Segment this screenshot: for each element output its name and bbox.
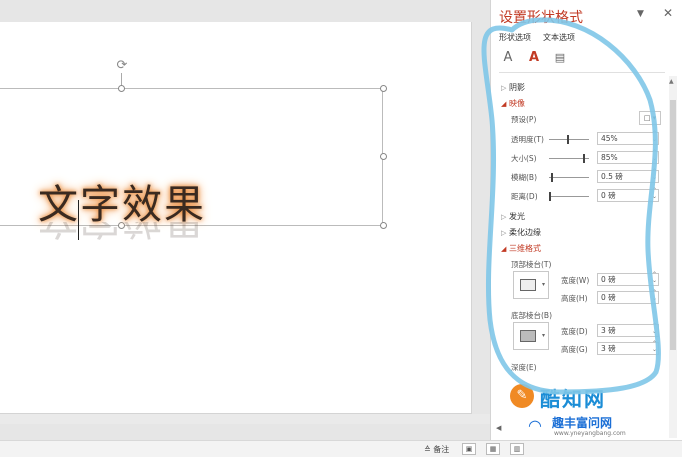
depth-label: 深度(E) xyxy=(511,363,537,372)
watermark-logo-icon: ✎ xyxy=(510,384,534,408)
scroll-left-icon[interactable]: ◀ xyxy=(496,424,501,432)
wordart-reflection: 文字效果 xyxy=(38,222,206,252)
collapse-icon: ◢ xyxy=(501,100,507,108)
chevron-down-icon: ▾ xyxy=(541,281,545,288)
watermark-url: www.yneyangbang.com xyxy=(554,430,626,437)
watermark-kuzhi: ✎ 酷知网 xyxy=(510,382,660,412)
size-input[interactable]: 85% xyxy=(597,150,659,164)
bottom-width-label: 宽度(D) xyxy=(561,327,588,336)
top-width-label: 宽度(W) xyxy=(561,276,590,285)
slider-thumb[interactable] xyxy=(551,173,553,182)
expand-icon: ▷ xyxy=(501,213,507,221)
top-height-label: 高度(H) xyxy=(561,294,588,303)
preset-dropdown[interactable]: □ ▾ xyxy=(639,111,661,125)
panel-scrollbar[interactable] xyxy=(669,76,677,438)
close-icon[interactable]: ✕ xyxy=(663,6,673,20)
resize-handle-top-right[interactable] xyxy=(380,85,387,92)
text-fill-outline-icon[interactable]: A xyxy=(499,48,517,68)
notes-button[interactable]: ≙ 备注 xyxy=(424,444,449,455)
watermark-secondary-text: 趣丰富问网 xyxy=(552,416,613,430)
panel-scrollbar-thumb[interactable] xyxy=(670,100,676,350)
bottom-bevel-dropdown[interactable]: ▾ xyxy=(513,322,549,350)
bottom-width-input[interactable]: 3 磅 xyxy=(597,323,659,337)
collapse-icon: ◢ xyxy=(501,245,507,253)
chevron-down-icon: ▾ xyxy=(541,332,545,339)
format-shape-panel: 设置形状格式 ▼ ✕ 形状选项 文本选项 A A ▤ ▷ 阴影 ◢ 映像 预设(P)… xyxy=(490,0,682,440)
rotate-handle-icon[interactable]: ⟳ xyxy=(115,59,129,73)
top-bevel-dropdown[interactable]: ▾ xyxy=(513,271,549,299)
expand-icon: ▷ xyxy=(501,84,507,92)
section-soft-edges[interactable]: ▷ 柔化边缘 xyxy=(501,227,541,238)
textbox-icon[interactable]: ▤ xyxy=(551,48,569,68)
wifi-icon: ◠ xyxy=(528,416,542,435)
size-label: 大小(S) xyxy=(511,154,537,163)
panel-divider xyxy=(499,72,665,73)
distance-slider[interactable] xyxy=(549,192,589,201)
transparency-slider[interactable] xyxy=(549,135,589,144)
slide-canvas-area: ⟳ 文字效果 文字效果 xyxy=(0,0,490,440)
top-height-input[interactable]: 0 磅 xyxy=(597,290,659,304)
blur-input[interactable]: 0.5 磅 xyxy=(597,169,659,183)
status-bar: ≙ 备注 ▣ ▦ ▥ xyxy=(0,440,682,457)
distance-label: 距离(D) xyxy=(511,192,538,201)
scroll-up-icon[interactable]: ▲ xyxy=(669,78,674,85)
resize-handle-middle-right[interactable] xyxy=(380,153,387,160)
panel-options-dropdown-icon[interactable]: ▼ xyxy=(637,9,644,19)
blur-slider[interactable] xyxy=(549,173,589,182)
tab-shape-options[interactable]: 形状选项 xyxy=(499,33,531,42)
section-shadow[interactable]: ▷ 阴影 xyxy=(501,82,525,93)
normal-view-button[interactable]: ▣ xyxy=(462,443,476,455)
reading-view-button[interactable]: ▥ xyxy=(510,443,524,455)
text-cursor xyxy=(78,200,79,240)
distance-input[interactable]: 0 磅 xyxy=(597,188,659,202)
resize-handle-top-middle[interactable] xyxy=(118,85,125,92)
size-slider[interactable] xyxy=(549,154,589,163)
blur-label: 模糊(B) xyxy=(511,173,537,182)
top-bevel-label: 顶部棱台(T) xyxy=(511,260,552,269)
top-width-input[interactable]: 0 磅 xyxy=(597,272,659,286)
watermark-text: 酷知网 xyxy=(540,387,606,411)
watermark-secondary: ◠ 趣丰富问网 www.yneyangbang.com xyxy=(528,414,682,440)
bottom-height-input[interactable]: 3 磅 xyxy=(597,341,659,355)
expand-icon: ▷ xyxy=(501,229,507,237)
notes-icon: ≙ xyxy=(424,445,434,454)
preset-label: 预设(P) xyxy=(511,115,537,124)
horizontal-scrollbar[interactable] xyxy=(0,414,490,424)
bevel-swatch-icon xyxy=(520,330,536,342)
panel-tabs: 形状选项 文本选项 xyxy=(499,32,575,43)
text-effects-icon[interactable]: A xyxy=(525,48,543,68)
slide[interactable]: ⟳ 文字效果 文字效果 xyxy=(0,22,472,414)
tab-text-options[interactable]: 文本选项 xyxy=(543,32,575,43)
bottom-height-label: 高度(G) xyxy=(561,345,588,354)
bottom-bevel-label: 底部棱台(B) xyxy=(511,311,552,320)
section-3d-format[interactable]: ◢ 三维格式 xyxy=(501,243,541,254)
bevel-swatch-icon xyxy=(520,279,536,291)
slider-thumb[interactable] xyxy=(549,192,551,201)
slider-thumb[interactable] xyxy=(583,154,585,163)
panel-title: 设置形状格式 xyxy=(499,10,583,26)
resize-handle-bottom-right[interactable] xyxy=(380,222,387,229)
section-glow[interactable]: ▷ 发光 xyxy=(501,211,525,222)
slider-thumb[interactable] xyxy=(567,135,569,144)
slide-sorter-button[interactable]: ▦ xyxy=(486,443,500,455)
section-reflection[interactable]: ◢ 映像 xyxy=(501,98,525,109)
transparency-input[interactable]: 45% xyxy=(597,131,659,145)
transparency-label: 透明度(T) xyxy=(511,135,544,144)
